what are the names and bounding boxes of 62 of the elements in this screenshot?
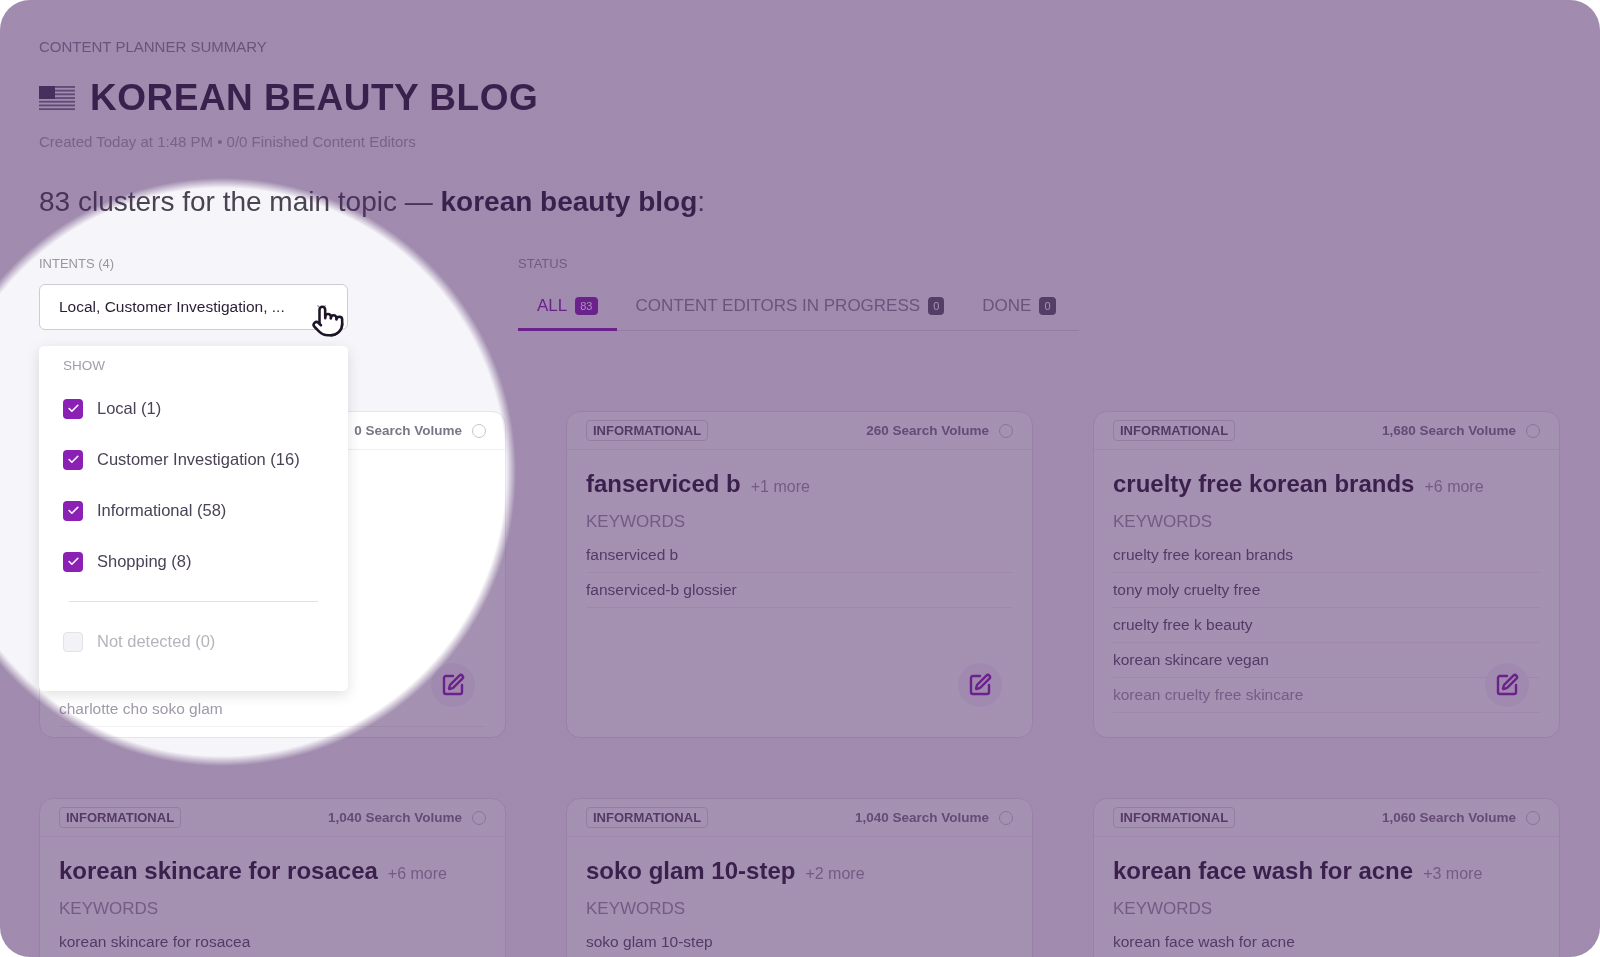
status-tab[interactable]: DONE 0 (963, 284, 1075, 331)
select-radio[interactable] (472, 810, 486, 825)
search-volume: 1,060 Search Volume (1381, 810, 1516, 825)
checkbox[interactable] (63, 398, 83, 419)
option-label: Customer Investigation (16) (97, 450, 300, 469)
edit-button[interactable] (431, 663, 475, 707)
keyword-row: korean face wash for acne (1113, 925, 1540, 957)
edit-icon (441, 673, 465, 697)
intent-tag: INFORMATIONAL (586, 807, 709, 828)
keyword-row: fanserviced-b glossier (586, 573, 1013, 608)
status-tab[interactable]: CONTENT EDITORS IN PROGRESS 0 (616, 284, 964, 331)
keyword-row: korean skincare for rosacea (59, 925, 486, 957)
intent-tag: INFORMATIONAL (1113, 807, 1236, 828)
check-icon (66, 402, 80, 415)
keyword-row: cruelty free korean brands (1113, 538, 1540, 573)
cluster-title: soko glam 10-step (586, 857, 796, 885)
cluster-title: korean face wash for acne (1113, 857, 1414, 885)
search-volume: 1,680 Search Volume (1381, 423, 1516, 438)
page-title: KOREAN BEAUTY BLOG (90, 77, 539, 119)
cluster-title: fanserviced b (586, 470, 741, 498)
checkbox[interactable] (63, 500, 83, 521)
check-icon (66, 453, 80, 466)
check-icon (66, 504, 80, 517)
keyword-row: cruelty free k beauty (1113, 608, 1540, 643)
count-badge: 0 (928, 297, 945, 315)
option-label: Shopping (8) (97, 552, 192, 571)
option-label: Local (1) (97, 399, 162, 418)
intent-tag: INFORMATIONAL (1113, 420, 1236, 441)
select-radio[interactable] (472, 423, 486, 438)
status-tab[interactable]: ALL 83 (518, 284, 617, 331)
select-radio[interactable] (999, 423, 1013, 438)
search-volume: 0 Search Volume (354, 423, 462, 438)
checkbox[interactable] (63, 449, 83, 470)
option-label: Not detected (0) (97, 632, 216, 651)
edit-icon (968, 673, 992, 697)
option-label: Informational (58) (97, 501, 227, 520)
edit-button[interactable] (1485, 663, 1529, 707)
intent-tag: INFORMATIONAL (59, 807, 182, 828)
intents-label: INTENTS (4) (39, 256, 116, 271)
search-volume: 260 Search Volume (866, 423, 989, 438)
cluster-title: cruelty free korean brands (1113, 470, 1415, 498)
count-badge: 83 (575, 297, 598, 315)
intent-tag: INFORMATIONAL (586, 420, 709, 441)
select-radio[interactable] (1526, 423, 1540, 438)
section-label: CONTENT PLANNER SUMMARY (39, 38, 268, 55)
edit-button[interactable] (958, 663, 1002, 707)
keyword-row: fanserviced b (586, 538, 1013, 573)
us-flag-icon (39, 85, 75, 111)
search-volume: 1,040 Search Volume (327, 810, 462, 825)
count-badge: 0 (1039, 297, 1056, 315)
select-radio[interactable] (1526, 810, 1540, 825)
edit-icon (1495, 673, 1519, 697)
intents-dropdown[interactable]: Local, Customer Investigation, ... (39, 284, 348, 330)
keyword-row: soko glam 10-step (586, 925, 1013, 957)
select-radio[interactable] (999, 810, 1013, 825)
checkbox[interactable] (63, 551, 83, 572)
keyword-row: tony moly cruelty free (1113, 573, 1540, 608)
cluster-title: korean skincare for rosacea (59, 857, 378, 885)
check-icon (66, 555, 80, 568)
menu-heading: SHOW (63, 358, 106, 373)
search-volume: 1,040 Search Volume (854, 810, 989, 825)
summary-text: 83 clusters for the main topic — korean beauty blog: (39, 186, 706, 218)
